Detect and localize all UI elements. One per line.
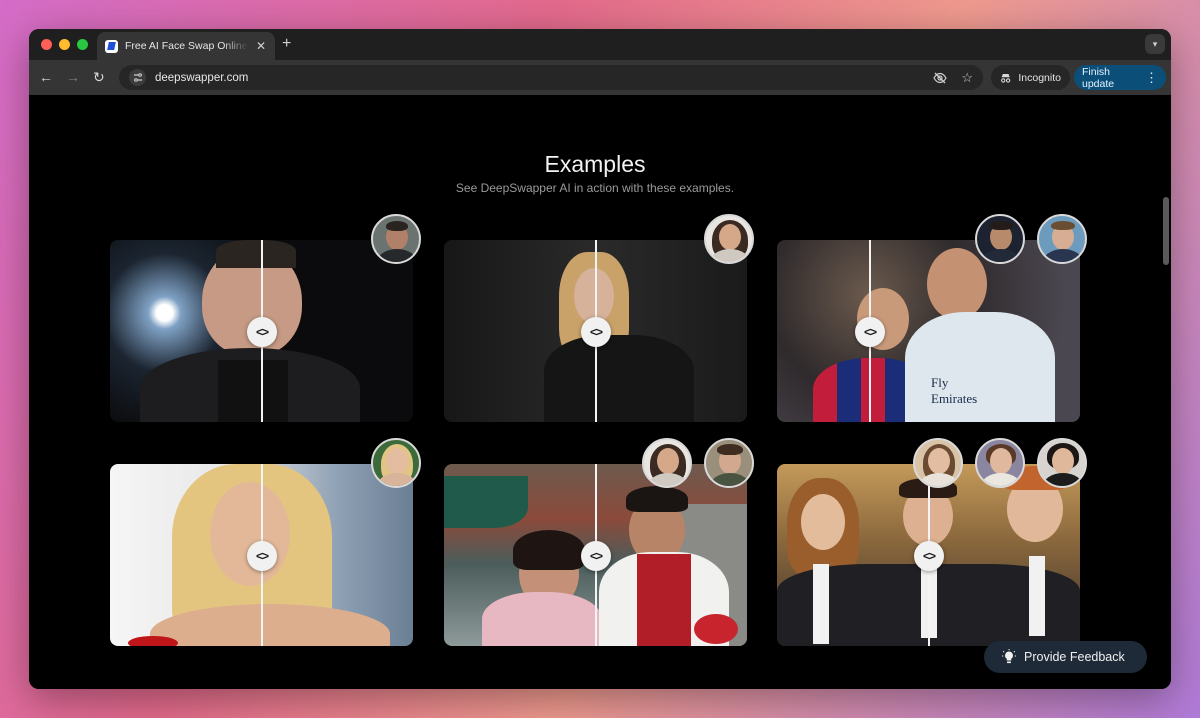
back-arrow-icon[interactable]: ← (39, 68, 53, 86)
window-controls (41, 39, 88, 50)
provide-feedback-button[interactable]: Provide Feedback (984, 641, 1147, 673)
source-face-thumbnail (913, 438, 963, 488)
source-face-thumbnail (975, 438, 1025, 488)
compare-slider-handle[interactable]: <> (581, 317, 611, 347)
new-tab-icon[interactable]: + (282, 35, 291, 53)
compare-slider-handle[interactable]: <> (914, 541, 944, 571)
close-window-button[interactable] (41, 39, 52, 50)
more-vertical-icon[interactable]: ⋮ (1145, 70, 1158, 86)
forward-arrow-icon[interactable]: → (66, 68, 80, 86)
tab-strip: Free AI Face Swap Online: Ins ✕ + ▾ (29, 29, 1171, 60)
page-scrollbar[interactable] (1163, 197, 1169, 265)
reload-icon[interactable]: ↻ (93, 68, 105, 86)
tracking-protection-eye-off-icon[interactable] (933, 72, 948, 84)
compare-slider-handle[interactable]: <> (855, 317, 885, 347)
jersey-logo: Fly Emirates (931, 375, 978, 406)
tab-active[interactable]: Free AI Face Swap Online: Ins ✕ (97, 32, 275, 60)
source-face-thumbnail (371, 214, 421, 264)
maximize-window-button[interactable] (77, 39, 88, 50)
incognito-icon (1001, 73, 1011, 83)
bookmark-star-icon[interactable]: ☆ (961, 70, 973, 86)
incognito-label: Incognito (1018, 71, 1061, 84)
url-text: deepswapper.com (155, 71, 249, 84)
section-subtitle: See DeepSwapper AI in action with these … (455, 181, 735, 195)
finish-update-button[interactable]: Finish update ⋮ (1074, 65, 1166, 90)
finish-update-label: Finish update (1082, 65, 1115, 90)
source-face-thumbnail (642, 438, 692, 488)
minimize-window-button[interactable] (59, 39, 70, 50)
source-face-thumbnail (704, 214, 754, 264)
provide-feedback-label: Provide Feedback (1024, 650, 1125, 664)
lightbulb-icon (1002, 649, 1016, 664)
compare-slider-handle[interactable]: <> (247, 541, 277, 571)
example-card-4[interactable]: <> (110, 464, 413, 646)
site-favicon-icon (105, 39, 118, 53)
example-card-5[interactable]: <> (444, 464, 747, 646)
source-face-thumbnail (975, 214, 1025, 264)
compare-slider-handle[interactable]: <> (581, 541, 611, 571)
compare-slider-handle[interactable]: <> (247, 317, 277, 347)
page-content: Examples See DeepSwapper AI in action wi… (29, 95, 1171, 689)
example-card-3[interactable]: Fly Emirates <> (777, 240, 1080, 422)
incognito-indicator[interactable]: Incognito (991, 65, 1070, 90)
tab-title: Free AI Face Swap Online: Ins (125, 40, 248, 52)
source-face-thumbnail (704, 438, 754, 488)
tab-search-chevron-icon[interactable]: ▾ (1145, 34, 1165, 54)
example-card-6[interactable]: <> (777, 464, 1080, 646)
site-settings-icon[interactable] (129, 69, 146, 86)
example-card-2[interactable]: <> (444, 240, 747, 422)
source-face-thumbnail (1037, 214, 1087, 264)
tab-close-icon[interactable]: ✕ (255, 39, 267, 53)
toolbar: ← → ↻ deepswapper.com ☆ Incognito Finish… (29, 60, 1171, 95)
example-card-1[interactable]: <> (110, 240, 413, 422)
browser-window: Free AI Face Swap Online: Ins ✕ + ▾ ← → … (29, 29, 1171, 689)
source-face-thumbnail (371, 438, 421, 488)
source-face-thumbnail (1037, 438, 1087, 488)
address-bar[interactable]: deepswapper.com ☆ (119, 65, 983, 90)
section-title: Examples (544, 151, 646, 177)
